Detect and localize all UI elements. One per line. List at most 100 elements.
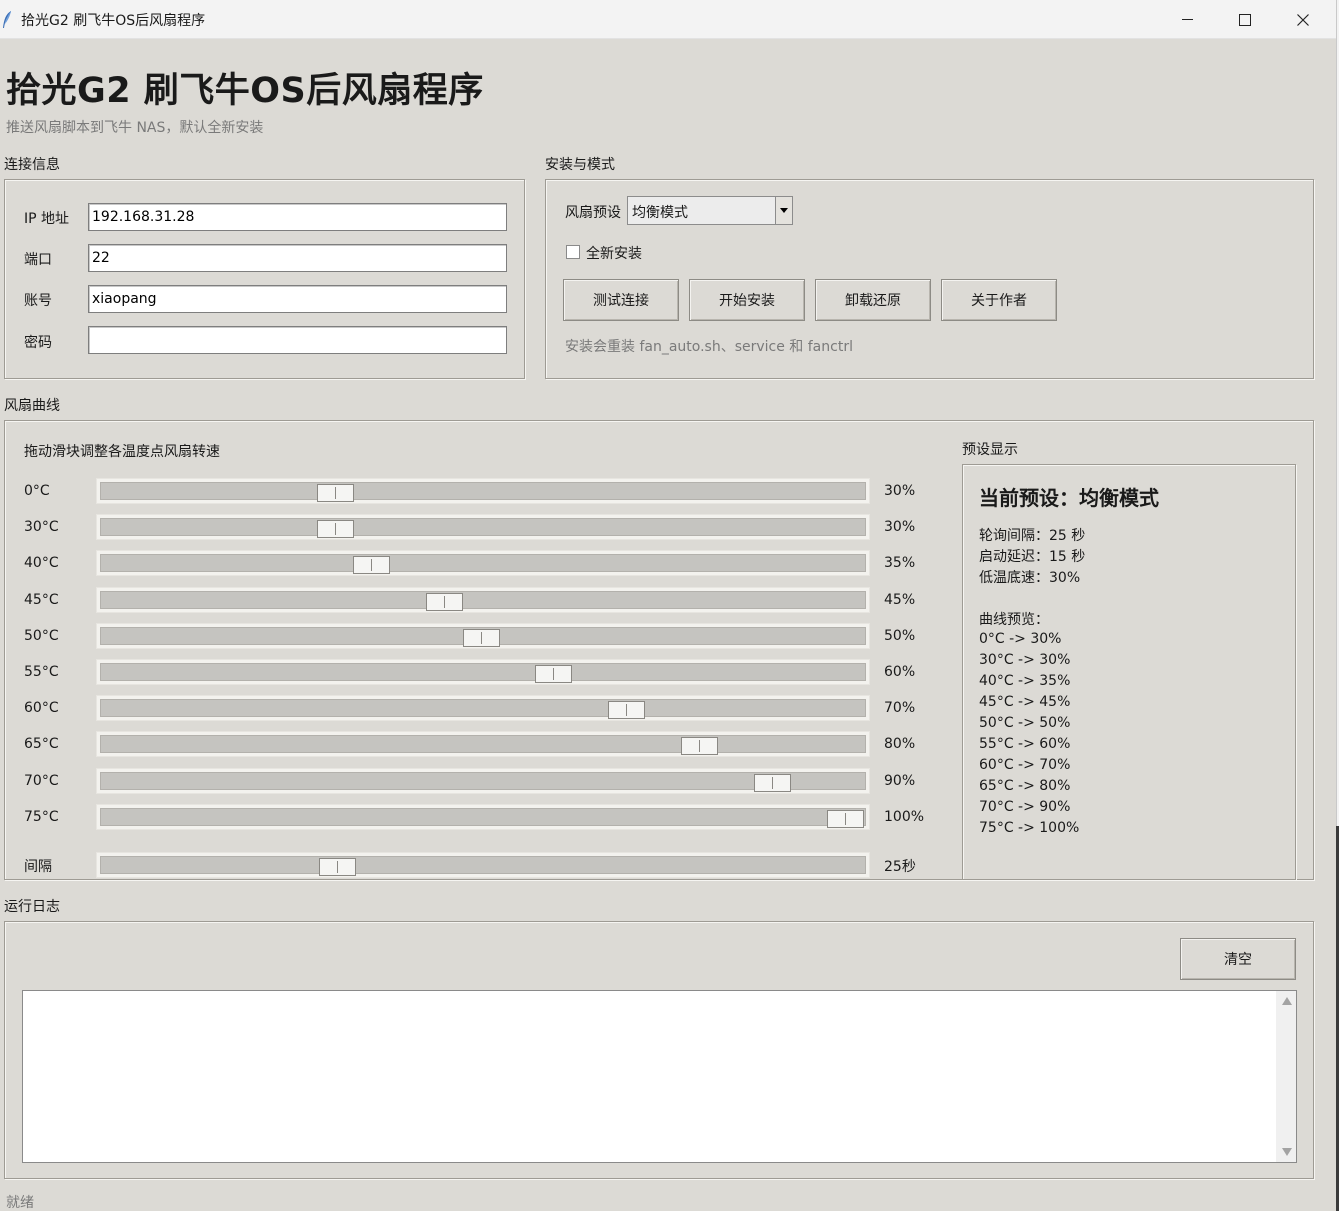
curve-section-label: 风扇曲线 (4, 398, 60, 414)
curve-instruction: 拖动滑块调整各温度点风扇转速 (24, 444, 220, 460)
fan-speed-slider-thumb[interactable] (426, 593, 463, 611)
port-label: 端口 (24, 252, 52, 268)
port-input[interactable] (88, 244, 507, 272)
fan-speed-value: 30% (884, 519, 916, 535)
account-input[interactable] (88, 285, 507, 313)
fan-speed-value: 35% (884, 555, 916, 571)
fan-speed-slider-thumb[interactable] (608, 701, 645, 719)
interval-label: 间隔 (24, 859, 52, 875)
fan-speed-slider[interactable] (96, 623, 870, 649)
preset-label: 风扇预设 (565, 205, 621, 221)
preset-select[interactable]: 均衡模式 (627, 196, 793, 225)
maximize-icon (1239, 13, 1251, 26)
preset-display-line: 75°C -> 100% (979, 820, 1080, 836)
account-label: 账号 (24, 293, 52, 309)
scroll-up-icon[interactable] (1282, 997, 1292, 1005)
temp-label: 50°C (24, 628, 59, 644)
preset-display-title: 当前预设：均衡模式 (979, 486, 1159, 510)
fan-speed-slider[interactable] (96, 695, 870, 721)
temp-label: 55°C (24, 664, 59, 680)
fresh-install-checkbox[interactable] (566, 245, 580, 259)
fan-speed-slider-thumb[interactable] (827, 810, 864, 828)
fan-speed-value: 70% (884, 700, 916, 716)
preset-display-line: 30°C -> 30% (979, 652, 1071, 668)
fan-speed-slider-thumb[interactable] (353, 556, 390, 574)
log-textarea[interactable] (22, 990, 1297, 1163)
preset-display-line: 50°C -> 50% (979, 715, 1071, 731)
temp-label: 70°C (24, 773, 59, 789)
fan-speed-slider[interactable] (96, 659, 870, 685)
preset-display-line: 65°C -> 80% (979, 778, 1071, 794)
fresh-install-label: 全新安装 (586, 246, 642, 262)
temp-label: 0°C (24, 483, 50, 499)
preset-select-value: 均衡模式 (632, 205, 688, 221)
preset-display-line: 低温底速：30% (979, 570, 1081, 586)
ip-input[interactable] (88, 203, 507, 231)
start-install-button[interactable]: 开始安装 (689, 279, 805, 321)
fan-speed-slider[interactable] (96, 731, 870, 757)
fan-speed-value: 50% (884, 628, 916, 644)
feather-icon (3, 11, 11, 28)
install-section-label: 安装与模式 (545, 157, 615, 173)
temp-label: 30°C (24, 519, 59, 535)
fan-speed-slider[interactable] (96, 550, 870, 576)
fan-speed-slider-thumb[interactable] (317, 484, 354, 502)
fan-speed-slider[interactable] (96, 514, 870, 540)
log-scrollbar[interactable] (1276, 991, 1296, 1162)
clear-log-button[interactable]: 清空 (1180, 938, 1296, 980)
fan-speed-slider-thumb[interactable] (463, 629, 500, 647)
interval-slider[interactable] (96, 852, 870, 878)
fan-speed-value: 45% (884, 592, 916, 608)
preset-display-line: 70°C -> 90% (979, 799, 1071, 815)
ip-label: IP 地址 (24, 211, 70, 227)
preset-display-line: 60°C -> 70% (979, 757, 1071, 773)
minimize-button[interactable] (1158, 0, 1216, 39)
fan-speed-value: 60% (884, 664, 916, 680)
status-text: 就绪 (6, 1195, 34, 1211)
temp-label: 40°C (24, 555, 59, 571)
page-title: 拾光G2 刷飞牛OS后风扇程序 (6, 71, 484, 111)
password-input[interactable] (88, 326, 507, 354)
temp-label: 65°C (24, 736, 59, 752)
fan-speed-value: 30% (884, 483, 916, 499)
preset-display-label: 预设显示 (962, 442, 1018, 458)
preset-display-line: 55°C -> 60% (979, 736, 1071, 752)
preset-display-line: 启动延迟：15 秒 (979, 549, 1086, 565)
about-button[interactable]: 关于作者 (941, 279, 1057, 321)
test-connection-button[interactable]: 测试连接 (563, 279, 679, 321)
chevron-down-icon[interactable] (775, 197, 792, 224)
preset-display-line: 0°C -> 30% (979, 631, 1062, 647)
preset-display-line: 轮询间隔：25 秒 (979, 528, 1086, 544)
fan-speed-slider[interactable] (96, 587, 870, 613)
fan-speed-slider-thumb[interactable] (317, 520, 354, 538)
fan-speed-value: 80% (884, 736, 916, 752)
fan-speed-slider[interactable] (96, 478, 870, 504)
password-label: 密码 (24, 335, 52, 351)
fan-speed-slider[interactable] (96, 804, 870, 830)
log-section-label: 运行日志 (4, 899, 60, 915)
close-button[interactable] (1274, 0, 1332, 39)
maximize-button[interactable] (1216, 0, 1274, 39)
uninstall-button[interactable]: 卸载还原 (815, 279, 931, 321)
preset-display-line: 40°C -> 35% (979, 673, 1071, 689)
temp-label: 60°C (24, 700, 59, 716)
fan-speed-slider[interactable] (96, 768, 870, 794)
preset-display-line: 45°C -> 45% (979, 694, 1071, 710)
fan-speed-value: 100% (884, 809, 925, 825)
fan-speed-slider-thumb[interactable] (681, 737, 718, 755)
fan-speed-value: 90% (884, 773, 916, 789)
temp-label: 75°C (24, 809, 59, 825)
scroll-down-icon[interactable] (1282, 1148, 1292, 1156)
window-title: 拾光G2 刷飞牛OS后风扇程序 (21, 13, 206, 29)
minimize-icon (1181, 19, 1193, 20)
install-hint: 安装会重装 fan_auto.sh、service 和 fanctrl (565, 339, 853, 355)
interval-value: 25秒 (884, 859, 916, 875)
page-subtitle: 推送风扇脚本到飞牛 NAS，默认全新安装 (6, 120, 264, 136)
preset-display-line: 曲线预览： (979, 612, 1049, 628)
temp-label: 45°C (24, 592, 59, 608)
interval-slider-thumb[interactable] (319, 858, 356, 876)
fan-speed-slider-thumb[interactable] (754, 774, 791, 792)
connection-section-label: 连接信息 (4, 157, 60, 173)
fan-speed-slider-thumb[interactable] (535, 665, 572, 683)
close-icon (1297, 13, 1309, 26)
